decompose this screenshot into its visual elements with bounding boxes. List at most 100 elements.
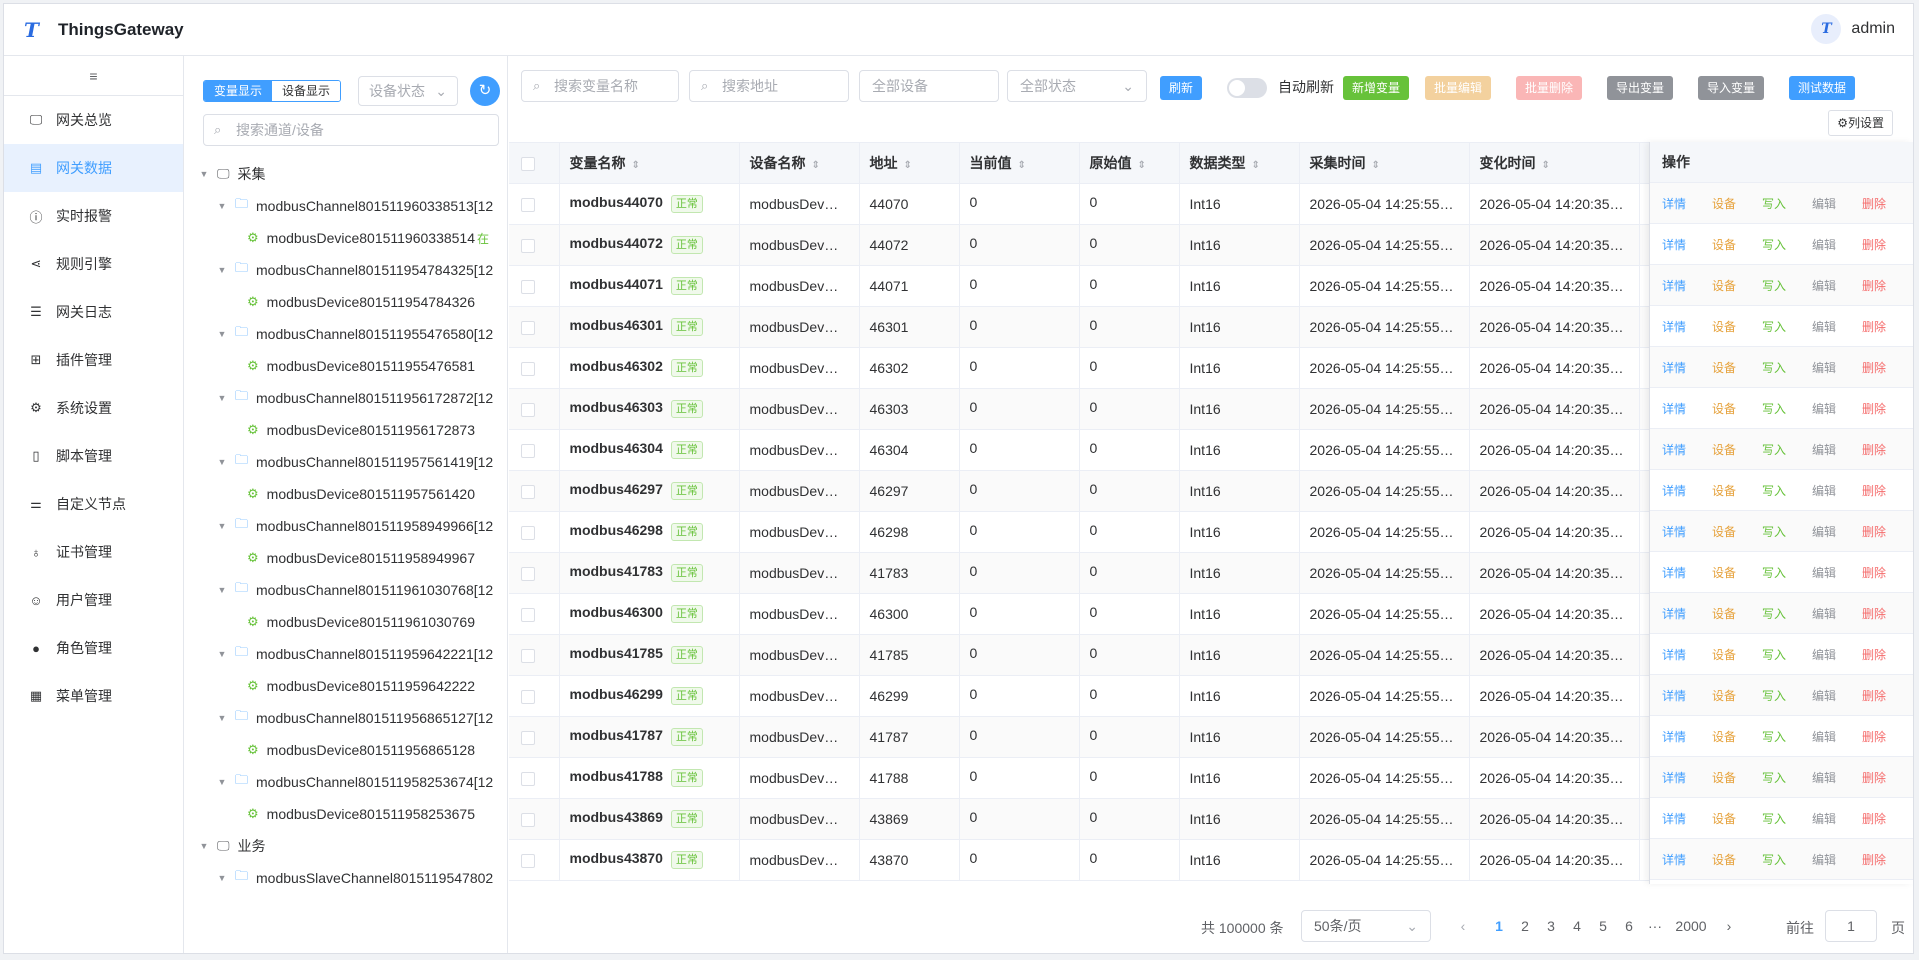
page-number[interactable]: 6 — [1617, 918, 1641, 934]
row-checkbox-cell[interactable] — [509, 757, 560, 799]
details-link[interactable]: 详情 — [1662, 482, 1712, 499]
tree-node-channel[interactable]: ▼ 🗀 modbusChannel801511956172872[12 — [185, 382, 507, 414]
tree-node-group[interactable]: ▼ 🖵 采集 — [185, 158, 507, 190]
tree-node-device[interactable]: ⚙ modbusDevice801511958253675 — [185, 798, 507, 830]
tree-node-channel[interactable]: ▼ 🗀 modbusChannel801511954784325[12 — [185, 254, 507, 286]
write-link[interactable]: 写入 — [1762, 236, 1812, 253]
expand-arrow-icon[interactable]: ▼ — [215, 201, 229, 211]
variable-name[interactable]: modbus46297 — [570, 481, 663, 497]
details-link[interactable]: 详情 — [1662, 646, 1712, 663]
batch-delete-button[interactable]: 批量删除 — [1516, 76, 1583, 100]
expand-arrow-icon[interactable]: ▼ — [215, 777, 229, 787]
import-variable-button[interactable]: 导入变量 — [1698, 76, 1765, 100]
search-variable-input[interactable]: ⌕ 搜索变量名称 — [521, 70, 679, 102]
row-checkbox-cell[interactable] — [509, 675, 560, 717]
variable-name[interactable]: modbus46303 — [570, 399, 663, 415]
delete-link[interactable]: 删除 — [1862, 359, 1912, 376]
edit-link[interactable]: 编辑 — [1812, 851, 1862, 868]
column-settings-button[interactable]: ⚙列设置 — [1828, 110, 1893, 136]
edit-link[interactable]: 编辑 — [1812, 195, 1862, 212]
menu-item[interactable]: ☺ 用户管理 — [4, 576, 183, 624]
details-link[interactable]: 详情 — [1662, 441, 1712, 458]
page-number[interactable]: 5 — [1591, 918, 1615, 934]
page-number[interactable]: ··· — [1643, 918, 1667, 934]
tree-node-device[interactable]: ⚙ modbusDevice801511957561420 — [185, 478, 507, 510]
write-link[interactable]: 写入 — [1762, 687, 1812, 704]
column-header[interactable]: 设备名称 ⇕ — [739, 143, 860, 184]
row-checkbox[interactable] — [521, 197, 535, 212]
write-link[interactable]: 写入 — [1762, 646, 1812, 663]
device-link[interactable]: 设备 — [1712, 441, 1762, 458]
delete-link[interactable]: 删除 — [1862, 646, 1912, 663]
details-link[interactable]: 详情 — [1662, 318, 1712, 335]
row-checkbox-cell[interactable] — [509, 634, 560, 676]
menu-item[interactable]: ⋖ 规则引擎 — [4, 240, 183, 288]
user-menu[interactable]: T admin — [1811, 14, 1895, 44]
delete-link[interactable]: 删除 — [1862, 605, 1912, 622]
menu-item[interactable]: ▯ 脚本管理 — [4, 432, 183, 480]
variable-name[interactable]: modbus44071 — [570, 276, 663, 292]
edit-link[interactable]: 编辑 — [1812, 482, 1862, 499]
details-link[interactable]: 详情 — [1662, 523, 1712, 540]
device-link[interactable]: 设备 — [1712, 851, 1762, 868]
row-checkbox[interactable] — [521, 361, 535, 376]
edit-link[interactable]: 编辑 — [1812, 728, 1862, 745]
row-checkbox[interactable] — [521, 730, 535, 745]
details-link[interactable]: 详情 — [1662, 400, 1712, 417]
menu-item[interactable]: ▦ 菜单管理 — [4, 672, 183, 720]
device-link[interactable]: 设备 — [1712, 318, 1762, 335]
details-link[interactable]: 详情 — [1662, 359, 1712, 376]
column-header[interactable]: 原始值 ⇕ — [1079, 143, 1180, 184]
menu-item[interactable]: ⚌ 自定义节点 — [4, 480, 183, 528]
edit-link[interactable]: 编辑 — [1812, 605, 1862, 622]
row-checkbox-cell[interactable] — [509, 183, 560, 225]
variable-name[interactable]: modbus41787 — [570, 727, 663, 743]
sort-icon[interactable]: ⇕ — [904, 160, 912, 171]
delete-link[interactable]: 删除 — [1862, 400, 1912, 417]
menu-item[interactable]: ⓘ 实时报警 — [4, 192, 183, 240]
auto-refresh-toggle[interactable] — [1227, 78, 1267, 98]
variable-name[interactable]: modbus43869 — [570, 809, 663, 825]
row-checkbox[interactable] — [521, 402, 535, 417]
device-link[interactable]: 设备 — [1712, 564, 1762, 581]
device-link[interactable]: 设备 — [1712, 728, 1762, 745]
row-checkbox[interactable] — [521, 607, 535, 622]
edit-link[interactable]: 编辑 — [1812, 318, 1862, 335]
menu-item[interactable]: ⊞ 插件管理 — [4, 336, 183, 384]
variable-name[interactable]: modbus46302 — [570, 358, 663, 374]
details-link[interactable]: 详情 — [1662, 277, 1712, 294]
row-checkbox[interactable] — [521, 689, 535, 704]
goto-page-input[interactable]: 1 — [1825, 910, 1877, 942]
edit-link[interactable]: 编辑 — [1812, 236, 1862, 253]
row-checkbox-cell[interactable] — [509, 347, 560, 389]
row-checkbox-cell[interactable] — [509, 265, 560, 307]
column-header[interactable]: 地址 ⇕ — [859, 143, 960, 184]
write-link[interactable]: 写入 — [1762, 564, 1812, 581]
variable-name[interactable]: modbus41785 — [570, 645, 663, 661]
edit-link[interactable]: 编辑 — [1812, 359, 1862, 376]
tree-node-channel[interactable]: ▼ 🗀 modbusChannel801511956865127[12 — [185, 702, 507, 734]
row-checkbox[interactable] — [521, 566, 535, 581]
device-state-select[interactable]: 设备状态 ⌄ — [358, 76, 458, 106]
row-checkbox[interactable] — [521, 320, 535, 335]
expand-arrow-icon[interactable]: ▼ — [197, 169, 211, 179]
write-link[interactable]: 写入 — [1762, 769, 1812, 786]
variable-name[interactable]: modbus41783 — [570, 563, 663, 579]
tree-node-device[interactable]: ⚙ modbusDevice801511954784326 — [185, 286, 507, 318]
device-link[interactable]: 设备 — [1712, 359, 1762, 376]
edit-link[interactable]: 编辑 — [1812, 810, 1862, 827]
expand-arrow-icon[interactable]: ▼ — [215, 521, 229, 531]
batch-edit-button[interactable]: 批量编辑 — [1425, 76, 1492, 100]
menu-item[interactable]: ▤ 网关数据 — [4, 144, 183, 192]
delete-link[interactable]: 删除 — [1862, 810, 1912, 827]
delete-link[interactable]: 删除 — [1862, 482, 1912, 499]
tree-node-device[interactable]: ⚙ modbusDevice801511956865128 — [185, 734, 507, 766]
add-variable-button[interactable]: 新增变量 — [1343, 76, 1410, 100]
sort-icon[interactable]: ⇕ — [632, 160, 640, 171]
tree-node-channel[interactable]: ▼ 🗀 modbusChannel801511957561419[12 — [185, 446, 507, 478]
tree-node-channel[interactable]: ▼ 🗀 modbusChannel801511958253674[12 — [185, 766, 507, 798]
edit-link[interactable]: 编辑 — [1812, 687, 1862, 704]
write-link[interactable]: 写入 — [1762, 359, 1812, 376]
expand-arrow-icon[interactable]: ▼ — [215, 649, 229, 659]
all-states-select[interactable]: 全部状态 ⌄ — [1007, 70, 1147, 102]
